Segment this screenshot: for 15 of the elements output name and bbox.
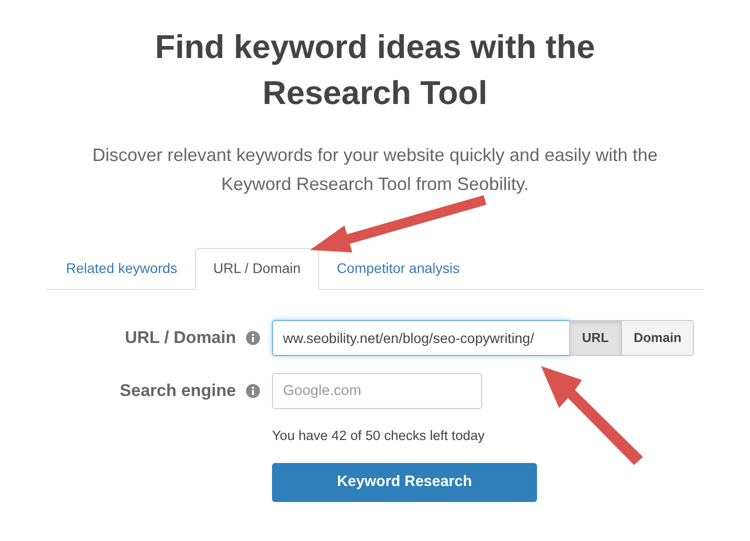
checks-note: You have 42 of 50 checks left today bbox=[272, 426, 486, 445]
field-label: Search engine bbox=[120, 380, 236, 402]
mode-toggle[interactable]: Domain bbox=[620, 320, 694, 356]
search-engine-field[interactable]: Google.com bbox=[272, 372, 482, 409]
field-label: URL / Domain bbox=[124, 327, 236, 350]
url-field[interactable]: ww.seobility.net/en/blog/seo-copywriting/ bbox=[272, 320, 570, 356]
info-icon[interactable] bbox=[246, 384, 260, 398]
keyword-research-button[interactable]: Keyword Research bbox=[272, 463, 537, 502]
page-subtitle: Discover relevant keywords for your website quickly and easily with the Keyword Research Tool from Seobility. bbox=[91, 144, 659, 196]
tab[interactable]: URL / Domain bbox=[195, 248, 319, 290]
tab[interactable]: Related keywords bbox=[48, 248, 196, 290]
page-title: Find keyword ideas with the Research Tool bbox=[154, 27, 596, 114]
tab[interactable]: Competitor analysis bbox=[318, 248, 478, 290]
info-icon[interactable] bbox=[246, 330, 260, 345]
mode-toggle[interactable]: URL bbox=[569, 320, 622, 356]
